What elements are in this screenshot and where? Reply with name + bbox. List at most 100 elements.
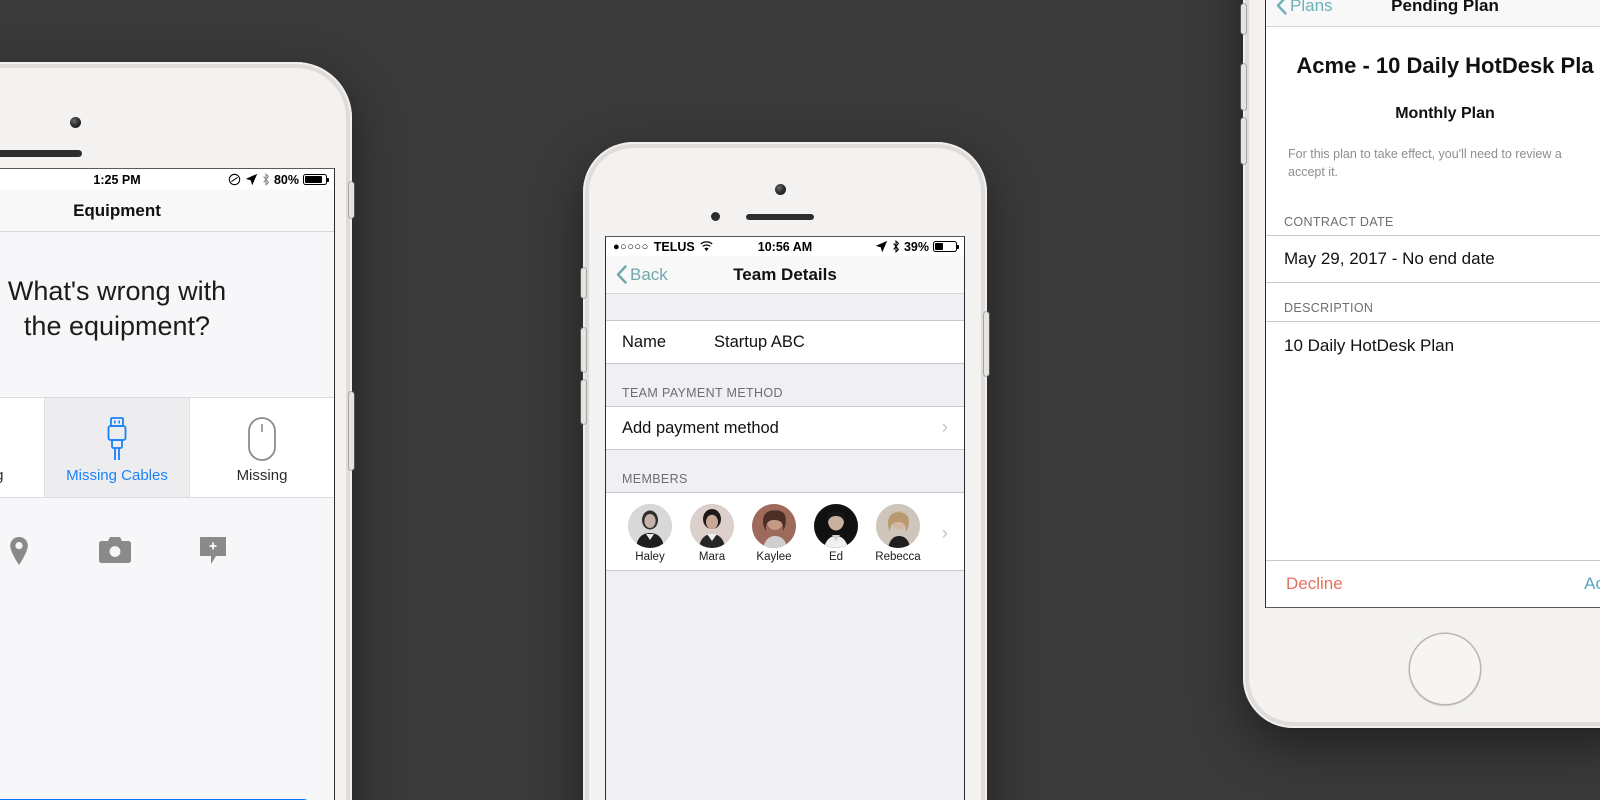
row-description[interactable]: 10 Daily HotDesk Plan — [1266, 321, 1600, 370]
member-item[interactable]: Kaylee — [746, 504, 802, 563]
plan-title: Acme - 10 Daily HotDesk Pla — [1296, 53, 1594, 78]
section-header-contract-date: CONTRACT DATE — [1284, 215, 1394, 230]
back-button[interactable]: Plans — [1276, 0, 1333, 16]
row-value: Startup ABC — [714, 332, 805, 351]
battery-percent-label: 39% — [903, 239, 929, 254]
projector-not-working-icon — [0, 415, 40, 463]
chevron-right-icon: › — [941, 417, 948, 439]
plan-actions: Decline Ac — [1266, 560, 1600, 607]
location-pin-icon[interactable] — [7, 536, 31, 566]
status-bar-right: 80% — [228, 172, 330, 187]
prompt-block: What's wrong with the equipment? — [0, 232, 334, 399]
volume-up-button[interactable] — [1241, 64, 1246, 110]
member-item[interactable]: Ed — [808, 504, 864, 563]
back-label: Back — [630, 264, 668, 284]
mute-switch[interactable] — [581, 268, 586, 298]
attachment-row — [0, 498, 334, 566]
location-arrow-icon — [875, 240, 888, 253]
prompt-line-2: the equipment? — [23, 310, 211, 341]
nav-bar: Plans Pending Plan — [1266, 0, 1600, 27]
member-name: Haley — [635, 551, 665, 564]
section-header-members: MEMBERS — [622, 472, 688, 487]
back-label: Plans — [1290, 0, 1333, 15]
member-item[interactable]: Haley — [622, 504, 678, 563]
mute-switch[interactable] — [1241, 4, 1246, 34]
volume-up-button[interactable] — [581, 328, 586, 372]
row-name[interactable]: Name Startup ABC — [606, 320, 964, 365]
phone-right-screen: Plans Pending Plan Acme - 10 Daily HotDe… — [1265, 0, 1600, 608]
decline-button[interactable]: Decline — [1286, 574, 1343, 594]
equipment-body: Report Issue — [0, 498, 334, 800]
prompt-line-1: What's wrong with — [7, 276, 227, 306]
mute-switch[interactable] — [349, 182, 354, 218]
segment-missing-cables[interactable]: Missing Cables — [45, 398, 190, 498]
back-button[interactable]: Back — [616, 265, 668, 285]
plan-hero: Acme - 10 Daily HotDesk Pla Monthly Plan… — [1266, 27, 1600, 198]
carrier-label: TELUS — [653, 239, 695, 254]
accept-button[interactable]: Ac — [1584, 574, 1600, 594]
volume-down-button[interactable] — [581, 380, 586, 424]
earpiece-speaker — [746, 214, 814, 220]
chevron-left-icon — [1276, 0, 1287, 15]
segment-missing[interactable]: Missing — [190, 398, 334, 497]
battery-icon — [303, 174, 330, 185]
status-bar-left: ●○○○○ TELUS — [613, 240, 713, 254]
front-camera-icon — [775, 184, 786, 195]
home-button[interactable] — [1410, 634, 1480, 704]
avatar — [690, 504, 734, 549]
signal-dots-icon: ●○○○○ — [613, 240, 649, 253]
do-not-disturb-icon — [228, 173, 241, 186]
page-title: Equipment — [73, 200, 161, 220]
bluetooth-icon — [263, 173, 270, 186]
issue-type-segmented-control: t Working Missing Cables — [0, 398, 334, 499]
row-add-payment-method[interactable]: Add payment method › — [606, 406, 964, 451]
avatar — [628, 504, 672, 549]
phone-center-screen: ●○○○○ TELUS 10:56 AM 39% Back Team Detai… — [605, 236, 965, 800]
segment-label: t Working — [0, 467, 40, 484]
section-header-payment: TEAM PAYMENT METHOD — [622, 386, 783, 401]
row-members[interactable]: Haley Mara Kaylee Ed Rebecca › — [606, 492, 964, 572]
row-value: 10 Daily HotDesk Plan — [1284, 335, 1455, 355]
status-bar-right: 39% — [875, 239, 960, 254]
wifi-icon — [700, 241, 713, 252]
status-bar: ROGERS LTE 1:25 PM — [0, 169, 334, 190]
nav-bar: Back Team Details — [606, 256, 964, 295]
row-label: Add payment method — [622, 418, 779, 437]
row-contract-date[interactable]: May 29, 2017 - No end date — [1266, 235, 1600, 284]
earpiece-speaker — [0, 150, 82, 157]
nav-bar: ack Equipment — [0, 190, 334, 232]
member-item[interactable]: Rebecca — [870, 504, 926, 563]
volume-down-button[interactable] — [1241, 118, 1246, 164]
member-name: Ed — [828, 551, 844, 564]
camera-icon[interactable] — [99, 536, 131, 564]
segment-not-working[interactable]: t Working — [0, 398, 45, 498]
volume-button[interactable] — [349, 392, 354, 470]
proximity-sensor-icon — [711, 212, 720, 221]
member-name: Rebecca — [875, 551, 921, 564]
plan-note: For this plan to take effect, you'll nee… — [1288, 147, 1562, 180]
section-header-description: DESCRIPTION — [1284, 301, 1374, 316]
screenshot-stage: ROGERS LTE 1:25 PM — [0, 0, 1600, 800]
team-details-list: Name Startup ABC TEAM PAYMENT METHOD Add… — [606, 294, 964, 800]
phone-right: Plans Pending Plan Acme - 10 Daily HotDe… — [1241, 0, 1600, 728]
row-value: May 29, 2017 - No end date — [1284, 249, 1495, 269]
row-key: Name — [622, 332, 667, 351]
avatar — [752, 504, 796, 549]
chevron-right-icon: › — [941, 522, 948, 544]
chevron-left-icon — [616, 265, 627, 284]
location-arrow-icon — [245, 173, 258, 186]
member-item[interactable]: Mara — [684, 504, 740, 563]
spacer — [1266, 369, 1600, 560]
avatar — [876, 504, 920, 549]
power-button[interactable] — [984, 312, 989, 376]
usb-cable-icon — [49, 415, 185, 463]
phone-left: ROGERS LTE 1:25 PM — [0, 62, 354, 800]
member-name: Kaylee — [756, 551, 792, 564]
bluetooth-icon — [893, 240, 900, 254]
front-camera-icon — [70, 117, 81, 128]
add-note-icon[interactable] — [199, 536, 227, 566]
battery-percent-label: 80% — [273, 172, 299, 187]
avatar — [814, 504, 858, 549]
mouse-icon — [194, 415, 330, 463]
phone-left-screen: ROGERS LTE 1:25 PM — [0, 168, 335, 800]
